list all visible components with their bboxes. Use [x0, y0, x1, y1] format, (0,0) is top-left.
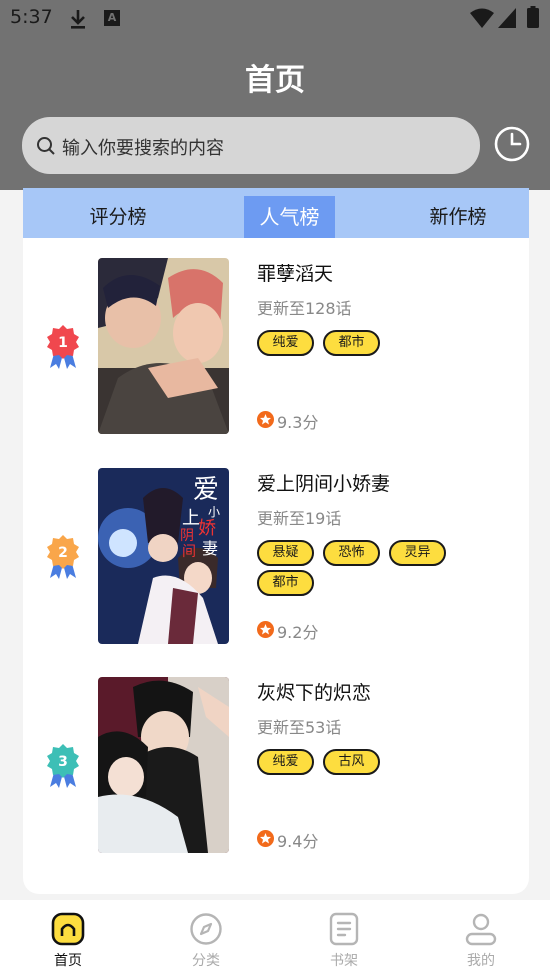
score-value: 9.2分: [277, 623, 319, 642]
nav-category[interactable]: 分类: [166, 912, 246, 974]
tag[interactable]: 恐怖: [323, 540, 380, 566]
tag[interactable]: 纯爱: [257, 330, 314, 356]
update-status: 更新至19话: [257, 509, 342, 528]
status-bar: 5:37 A: [0, 0, 550, 38]
home-icon: [51, 912, 85, 946]
cover-title-glyph: 爱: [193, 475, 219, 505]
rank-number: 1: [58, 335, 68, 351]
search-icon: [37, 137, 55, 155]
tag[interactable]: 古风: [323, 749, 380, 775]
score-value: 9.4分: [277, 832, 319, 851]
download-icon: [71, 10, 85, 29]
list-item[interactable]: 2 爱 上 小 阴 娇 间 妻 爱上阴间小娇妻 更新至19话 悬疑 恐怖 灵异都…: [23, 468, 529, 644]
update-status: 更新至128话: [257, 299, 352, 318]
cover-title-glyph: 间: [182, 544, 196, 560]
bookshelf-icon: [329, 912, 359, 946]
clock-icon[interactable]: [493, 125, 531, 163]
rank-badge-icon: 1: [47, 325, 79, 369]
cover-image[interactable]: [98, 677, 229, 853]
page-title: 首页: [245, 63, 305, 98]
star-icon: [257, 621, 274, 638]
battery-icon: [527, 6, 539, 28]
nav-bookshelf-label: 书架: [330, 953, 358, 969]
wifi-icon: [470, 8, 494, 28]
bottom-navigation: 首页 分类 书架 我的: [0, 900, 550, 979]
tag[interactable]: 悬疑: [257, 540, 314, 566]
a-notification-icon: A: [104, 10, 120, 26]
tag[interactable]: 都市: [257, 570, 314, 596]
nav-home-label: 首页: [54, 953, 82, 969]
comic-title: 灰烬下的炽恋: [257, 682, 372, 704]
star-icon: [257, 830, 274, 847]
list-item[interactable]: 3 灰烬下的炽恋 更新至53话 纯爱 古风 9.4分: [23, 677, 529, 853]
rank-badge-icon: 3: [47, 744, 79, 788]
cover-title-glyph: 阴: [180, 528, 194, 544]
update-status: 更新至53话: [257, 718, 342, 737]
search-input[interactable]: 输入你要搜索的内容: [22, 117, 480, 174]
cover-title-glyph: 娇: [198, 518, 216, 539]
cover-image[interactable]: [98, 258, 229, 434]
list-item[interactable]: 1 罪孽滔天 更新至128话 纯爱 都市 9.3分: [23, 258, 529, 434]
cover-image[interactable]: 爱 上 小 阴 娇 间 妻: [98, 468, 229, 644]
profile-icon: [465, 913, 497, 946]
tag-list: 悬疑 恐怖 灵异都市: [257, 540, 497, 600]
tag-list: 纯爱 古风: [257, 749, 497, 779]
ranking-card: 评分榜 人气榜 新作榜 1 罪孽滔天 更新至128话 纯爱 都市 9.3分 2 …: [23, 188, 529, 894]
nav-bookshelf[interactable]: 书架: [304, 912, 384, 974]
ranking-tabs: 评分榜 人气榜 新作榜: [23, 188, 529, 238]
nav-profile-label: 我的: [467, 953, 495, 969]
rank-badge-icon: 2: [47, 535, 79, 579]
tag[interactable]: 纯爱: [257, 749, 314, 775]
tab-new-ranking[interactable]: 新作榜: [413, 196, 503, 238]
nav-home[interactable]: 首页: [28, 912, 108, 974]
compass-icon: [190, 913, 222, 945]
tab-popularity-ranking[interactable]: 人气榜: [244, 196, 335, 238]
rank-number: 3: [58, 754, 68, 770]
tag-list: 纯爱 都市: [257, 330, 497, 360]
score-value: 9.3分: [277, 413, 319, 432]
tag[interactable]: 都市: [323, 330, 380, 356]
status-time: 5:37: [10, 6, 53, 28]
header-area: 5:37 A 首页 输入你要搜索的内容: [0, 0, 550, 190]
cover-title-glyph: 小: [208, 505, 220, 519]
signal-icon: [498, 8, 516, 28]
tag[interactable]: 灵异: [389, 540, 446, 566]
tab-score-ranking[interactable]: 评分榜: [78, 196, 158, 238]
comic-title: 爱上阴间小娇妻: [257, 473, 391, 495]
search-placeholder: 输入你要搜索的内容: [62, 138, 224, 159]
comic-title: 罪孽滔天: [257, 263, 334, 285]
rank-number: 2: [58, 545, 68, 561]
nav-category-label: 分类: [192, 953, 220, 969]
cover-title-glyph: 妻: [202, 539, 218, 558]
star-icon: [257, 411, 274, 428]
nav-profile[interactable]: 我的: [441, 912, 521, 974]
